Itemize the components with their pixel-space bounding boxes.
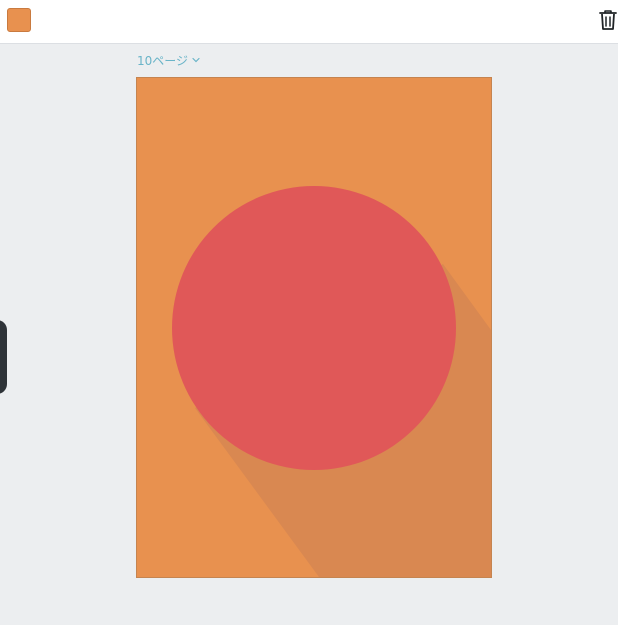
design-artwork <box>137 78 491 577</box>
trash-icon <box>599 10 617 30</box>
page-count-dropdown[interactable]: 10ページ <box>137 52 200 68</box>
delete-button[interactable] <box>598 9 618 31</box>
background-color-swatch[interactable] <box>7 8 31 32</box>
design-page[interactable] <box>136 77 492 578</box>
red-circle <box>172 186 456 470</box>
side-panel-handle[interactable] <box>0 320 7 394</box>
chevron-down-icon <box>192 57 200 63</box>
page-count-label: 10ページ <box>137 53 189 68</box>
top-toolbar <box>0 0 618 44</box>
